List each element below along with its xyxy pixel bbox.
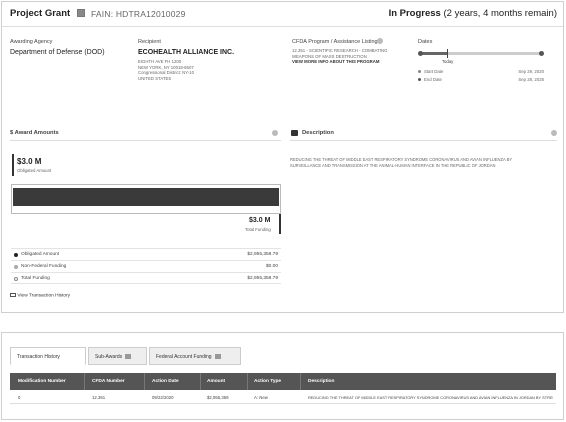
tab-transaction-history[interactable]: Transaction History bbox=[10, 347, 86, 365]
obligated-bracket bbox=[12, 154, 14, 176]
cell-modification: 0 bbox=[18, 395, 21, 400]
info-icon[interactable] bbox=[272, 130, 278, 136]
timeline-end-marker bbox=[539, 51, 544, 56]
col-modification-number[interactable]: Modification Number bbox=[18, 379, 66, 384]
amount-row: Non-Federal Funding $0.00 bbox=[11, 260, 281, 272]
recipient-label: Recipient bbox=[138, 39, 161, 45]
non-federal-legend-dot bbox=[14, 265, 18, 269]
cell-cfda: 12.351 bbox=[92, 395, 106, 400]
total-caption: Total Funding bbox=[245, 227, 271, 232]
total-legend-dot bbox=[14, 277, 18, 281]
recipient-name[interactable]: ECOHEALTH ALLIANCE INC. bbox=[138, 49, 234, 56]
col-separator bbox=[300, 373, 301, 390]
col-separator bbox=[144, 373, 145, 390]
total-amount-big: $3.0 M bbox=[249, 217, 271, 224]
cfda-label: CFDA Program / Assistance Listing bbox=[292, 39, 378, 45]
description-title: Description bbox=[302, 130, 334, 136]
table-icon bbox=[10, 293, 16, 297]
cell-description: REDUCING THE THREAT OF MIDDLE EAST RESPI… bbox=[308, 395, 553, 400]
table-row: 0 12.351 09/22/2020 $2,955,359 A: New RE… bbox=[10, 390, 556, 404]
agency-label: Awarding Agency bbox=[10, 39, 53, 45]
today-marker bbox=[446, 49, 448, 58]
award-tables-card: Transaction History Sub-Awards Federal A… bbox=[1, 332, 564, 420]
description-text: REDUCING THE THREAT OF MIDDLE EAST RESPI… bbox=[290, 157, 513, 168]
total-bracket bbox=[279, 214, 281, 234]
agency-name[interactable]: Department of Defense (DOD) bbox=[10, 49, 105, 56]
award-summary-card: Project Grant FAIN: HDTRA12010029 In Pro… bbox=[1, 1, 564, 313]
cell-amount: $2,955,359 bbox=[207, 395, 229, 400]
info-icon[interactable] bbox=[551, 130, 557, 136]
obligated-caption: Obligated Amount bbox=[17, 168, 52, 173]
count-badge bbox=[125, 354, 132, 360]
col-action-type[interactable]: Action Type bbox=[254, 379, 281, 384]
cfda-more-link[interactable]: VIEW MORE INFO ABOUT THIS PROGRAM bbox=[292, 59, 387, 65]
award-status: In Progress (2 years, 4 months remain) bbox=[388, 8, 557, 19]
date-progress-fill bbox=[420, 52, 447, 55]
table-header: Modification Number CFDA Number Action D… bbox=[10, 373, 556, 390]
award-amounts-title: $ Award Amounts bbox=[10, 130, 59, 136]
cell-action-date: 09/22/2020 bbox=[152, 395, 174, 400]
count-badge bbox=[214, 354, 221, 360]
col-action-date[interactable]: Action Date bbox=[152, 379, 179, 384]
col-separator bbox=[247, 373, 248, 390]
award-bar-fill bbox=[13, 188, 279, 206]
date-timeline bbox=[418, 49, 544, 58]
cell-action-type: A: New bbox=[254, 395, 268, 400]
dates-label: Dates bbox=[418, 39, 433, 45]
col-amount[interactable]: Amount bbox=[207, 379, 225, 384]
obligated-legend-dot bbox=[14, 253, 18, 257]
cfda-program[interactable]: 12.351 - SCIENTIFIC RESEARCH - COMBATING… bbox=[292, 48, 387, 65]
col-separator bbox=[84, 373, 85, 390]
info-icon[interactable] bbox=[377, 38, 383, 44]
award-header: Project Grant FAIN: HDTRA12010029 In Pro… bbox=[2, 2, 563, 27]
section-divider bbox=[290, 140, 557, 141]
obligated-amount-big: $3.0 M bbox=[17, 157, 42, 166]
award-type-title: Project Grant bbox=[10, 8, 71, 19]
tab-federal-account-funding[interactable]: Federal Account Funding bbox=[149, 347, 241, 365]
flag-icon bbox=[77, 9, 85, 17]
view-history-link[interactable]: View Transaction History bbox=[10, 293, 70, 298]
col-separator bbox=[200, 373, 201, 390]
amount-row: Obligated Amount $2,955,358.79 bbox=[11, 248, 281, 260]
recipient-address: EIGHTH AVE FH 1200 NEW YORK, NY 10018-65… bbox=[138, 59, 194, 81]
tab-sub-awards[interactable]: Sub-Awards bbox=[88, 347, 147, 365]
fain-number: FAIN: HDTRA12010029 bbox=[91, 9, 186, 19]
col-description[interactable]: Description bbox=[308, 379, 334, 384]
today-label: Today bbox=[441, 59, 454, 64]
col-cfda-number[interactable]: CFDA Number bbox=[92, 379, 125, 384]
section-divider bbox=[10, 140, 281, 141]
amount-row: Total Funding $2,955,358.79 bbox=[11, 272, 281, 284]
comment-icon bbox=[291, 130, 298, 136]
timeline-start-marker bbox=[418, 51, 423, 56]
